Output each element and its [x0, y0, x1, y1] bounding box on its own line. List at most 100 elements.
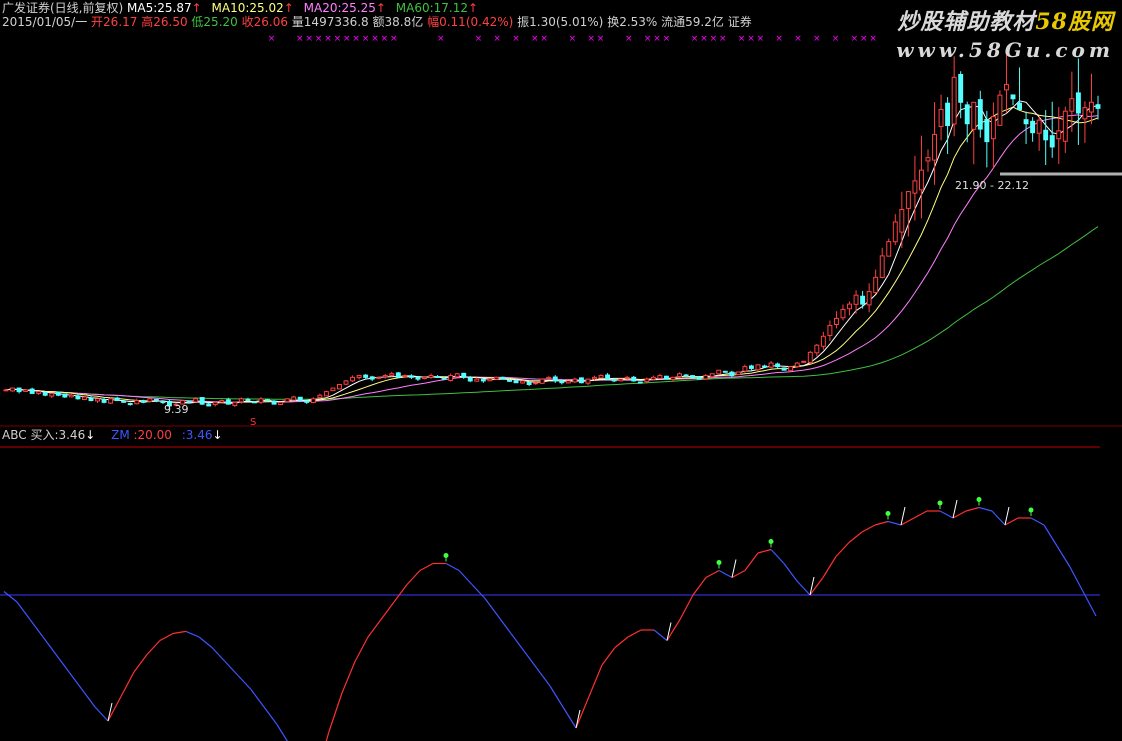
candle [918, 135, 924, 219]
indicator-segment [393, 584, 408, 603]
candle [134, 398, 140, 405]
candle-body [1082, 107, 1088, 120]
indicator-buy-value: 3.46 [58, 428, 86, 442]
candle-body [755, 364, 761, 371]
candle [624, 375, 630, 380]
candle-body [873, 276, 879, 293]
candle-body [781, 367, 787, 371]
candle-body [1062, 110, 1068, 142]
buy-marker [976, 497, 982, 502]
candle-body [252, 401, 257, 404]
candle-body [23, 389, 29, 392]
indicator-segment [692, 577, 707, 596]
candle [1043, 110, 1049, 166]
candle-body [10, 387, 16, 392]
candle [585, 378, 591, 386]
candle-body [304, 400, 310, 403]
indicator-segment [861, 524, 876, 533]
ma10-up-arrow: ↑ [283, 1, 294, 15]
candle [637, 381, 643, 384]
candle-body [683, 374, 689, 377]
candle-body [402, 375, 408, 378]
candle [55, 391, 61, 397]
quote-float: 流通59.2亿 [661, 15, 724, 29]
indicator-buy-markers [107, 497, 1034, 729]
indicator-segment [471, 584, 486, 599]
candle [199, 397, 205, 405]
indicator-segment [549, 685, 564, 708]
candle [905, 191, 911, 237]
ma60-line [5, 226, 1099, 400]
candle-body [1017, 102, 1022, 110]
candle-body [794, 362, 800, 368]
candle [402, 374, 408, 378]
indicator-segment [185, 630, 200, 638]
candle-body [1003, 83, 1009, 91]
candle-body [108, 398, 114, 404]
indicator-segment [341, 661, 356, 694]
candle [520, 380, 526, 384]
candle-body [892, 221, 898, 243]
candle-body [55, 391, 61, 396]
candle [1049, 101, 1055, 158]
candle [252, 401, 257, 404]
candle [807, 350, 813, 364]
ma20-label: MA20: [303, 1, 342, 15]
x-marker: × [710, 34, 718, 44]
candle-body [1043, 129, 1049, 141]
x-marker: × [851, 34, 859, 44]
indicator-segment [770, 549, 785, 564]
candle-body [62, 393, 68, 398]
candle [487, 378, 493, 382]
candle-body [951, 76, 957, 125]
trough-tick [952, 499, 958, 519]
candle-body [1095, 104, 1101, 109]
candle-body [1069, 98, 1075, 112]
candle [245, 397, 251, 402]
indicator-segment [159, 632, 174, 642]
candle-body [559, 380, 565, 384]
indicator-segment [406, 570, 421, 585]
candle [925, 149, 931, 172]
x-marker: × [569, 34, 577, 44]
candle-body [507, 379, 512, 382]
candle-body [323, 391, 329, 397]
indicator-segment [224, 661, 239, 676]
candle [912, 155, 918, 221]
candle [62, 393, 68, 398]
quote-header: 2015/01/05/一 开26.17 高26.50 低25.20 收26.06… [2, 15, 752, 29]
indicator-segment [744, 552, 759, 571]
indicator-segment [1030, 517, 1045, 526]
candlestick-series[interactable] [3, 53, 1101, 408]
candle-body [428, 375, 434, 378]
buy-marker [443, 553, 449, 558]
x-marker: × [352, 34, 360, 44]
candle [611, 378, 617, 383]
candle [382, 373, 388, 379]
indicator-segment [939, 510, 954, 519]
candle-body [395, 372, 401, 378]
candle [212, 401, 218, 407]
candle-body [905, 191, 911, 209]
candle-body [657, 375, 663, 379]
candle [546, 376, 552, 380]
indicator-segment [263, 706, 278, 725]
candle [271, 400, 277, 405]
candle-body [670, 376, 676, 381]
x-marker: × [390, 34, 398, 44]
indicator-buy-label: 买入: [30, 428, 59, 442]
candle-body [219, 400, 225, 403]
indicator-segment [107, 696, 122, 722]
candle-body [663, 375, 669, 380]
x-marker: × [719, 34, 727, 44]
quote-low: 低25.20 [191, 15, 238, 29]
x-marker: × [813, 34, 821, 44]
candle-body [389, 373, 395, 376]
candle [690, 374, 696, 378]
candle [389, 371, 395, 377]
candle [794, 361, 800, 368]
candle [951, 56, 957, 137]
candle-body [454, 373, 460, 378]
stock-chart[interactable]: × × × × × × × × × × × × × × × × × × × × × × × × × × × × × × × × × × × × × × × … [0, 0, 1122, 741]
candle [997, 90, 1003, 126]
